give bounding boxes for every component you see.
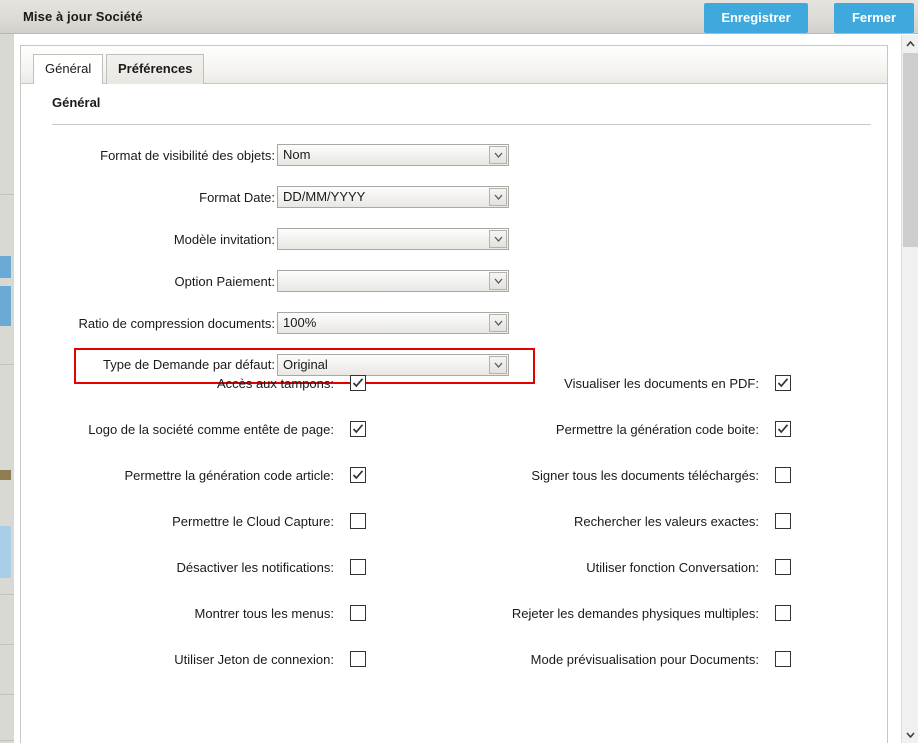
checkbox-label: Permettre le Cloud Capture: bbox=[172, 514, 334, 529]
field-label: Type de Demande par défaut: bbox=[102, 357, 275, 372]
checkbox-unchecked[interactable] bbox=[775, 467, 791, 483]
checkbox-unchecked[interactable] bbox=[775, 559, 791, 575]
chevron-down-icon[interactable] bbox=[489, 314, 507, 332]
app-root: Mise à jour Société Enregistrer Fermer G… bbox=[0, 0, 918, 743]
checkbox-row: Permettre le Cloud Capture: Rechercher le… bbox=[21, 512, 887, 558]
background-divider bbox=[0, 194, 14, 195]
checkbox-checked[interactable] bbox=[775, 375, 791, 391]
chevron-down-icon[interactable] bbox=[489, 188, 507, 206]
form-row: Ratio de compression documents: 100% bbox=[21, 307, 887, 349]
background-accent-strip bbox=[0, 286, 11, 326]
checkbox-label: Montrer tous les menus: bbox=[194, 606, 334, 621]
tab-general[interactable]: Général bbox=[33, 54, 104, 84]
checkbox-row: Accès aux tampons: Visualiser les documen… bbox=[21, 374, 887, 420]
dropdown-select[interactable] bbox=[277, 228, 509, 250]
checkbox-checked[interactable] bbox=[350, 421, 366, 437]
close-button[interactable]: Fermer bbox=[834, 3, 914, 33]
dropdown-select[interactable] bbox=[277, 270, 509, 292]
checkbox-row: Montrer tous les menus: Rejeter les deman… bbox=[21, 604, 887, 650]
background-accent-strip bbox=[0, 526, 11, 578]
tab-panel: Général Préférences Général Format de vi… bbox=[20, 45, 888, 743]
form-row: Modèle invitation: bbox=[21, 223, 887, 265]
checkbox-label: Visualiser les documents en PDF: bbox=[564, 376, 759, 391]
preferences-form: Format de visibilité des objets: Nom Forma… bbox=[21, 139, 887, 391]
checkbox-row: Permettre la génération code article: Sig… bbox=[21, 466, 887, 512]
checkbox-unchecked[interactable] bbox=[350, 559, 366, 575]
checkbox-checked[interactable] bbox=[350, 375, 366, 391]
checkbox-label: Désactiver les notifications: bbox=[176, 560, 334, 575]
background-page-edge bbox=[0, 34, 14, 743]
checkbox-unchecked[interactable] bbox=[775, 651, 791, 667]
checkbox-row: Désactiver les notifications: Utiliser fo… bbox=[21, 558, 887, 604]
dropdown-select[interactable]: Original bbox=[277, 354, 509, 376]
chevron-down-icon[interactable] bbox=[489, 230, 507, 248]
chevron-down-icon[interactable] bbox=[489, 356, 507, 374]
chevron-down-icon[interactable] bbox=[489, 146, 507, 164]
background-divider bbox=[0, 740, 14, 741]
dropdown-select[interactable]: Nom bbox=[277, 144, 509, 166]
checkbox-label: Signer tous les documents téléchargés: bbox=[531, 468, 759, 483]
dropdown-value: Original bbox=[283, 357, 328, 372]
field-label: Format de visibilité des objets: bbox=[100, 148, 275, 163]
scroll-up-icon[interactable] bbox=[902, 35, 918, 52]
dialog-body: Général Préférences Général Format de vi… bbox=[14, 35, 918, 743]
checkbox-unchecked[interactable] bbox=[350, 513, 366, 529]
background-divider bbox=[0, 594, 14, 595]
field-label: Ratio de compression documents: bbox=[78, 316, 275, 331]
checkbox-label: Permettre la génération code boite: bbox=[555, 422, 759, 437]
section-divider bbox=[52, 124, 871, 125]
checkbox-label: Utiliser Jeton de connexion: bbox=[174, 652, 334, 667]
checkbox-label: Accès aux tampons: bbox=[216, 376, 334, 391]
checkbox-label: Utiliser fonction Conversation: bbox=[586, 560, 759, 575]
scroll-down-icon[interactable] bbox=[902, 726, 918, 743]
dropdown-value: 100% bbox=[283, 315, 317, 330]
checkbox-checked[interactable] bbox=[350, 467, 366, 483]
tab-strip: Général Préférences bbox=[21, 46, 887, 84]
checkbox-row: Utiliser Jeton de connexion: Mode prévisu… bbox=[21, 650, 887, 696]
background-accent-strip bbox=[0, 470, 11, 480]
checkbox-label: Mode prévisualisation pour Documents: bbox=[530, 652, 759, 667]
field-label: Modèle invitation: bbox=[173, 232, 275, 247]
field-label: Format Date: bbox=[199, 190, 275, 205]
preferences-checkbox-grid: Accès aux tampons: Visualiser les documen… bbox=[21, 374, 887, 696]
background-accent-strip bbox=[0, 256, 11, 278]
chevron-down-icon[interactable] bbox=[489, 272, 507, 290]
background-divider bbox=[0, 364, 14, 365]
checkbox-label: Logo de la société comme entête de page: bbox=[88, 422, 334, 437]
tab-preferences[interactable]: Préférences bbox=[106, 54, 205, 84]
checkbox-label: Rejeter les demandes physiques multiples… bbox=[511, 606, 759, 621]
dropdown-value: DD/MM/YYYY bbox=[283, 189, 366, 204]
field-label: Option Paiement: bbox=[174, 274, 275, 289]
checkbox-label: Permettre la génération code article: bbox=[124, 468, 334, 483]
save-button[interactable]: Enregistrer bbox=[704, 3, 808, 33]
form-row: Format de visibilité des objets: Nom bbox=[21, 139, 887, 181]
checkbox-row: Logo de la société comme entête de page:… bbox=[21, 420, 887, 466]
scrollbar-thumb[interactable] bbox=[903, 53, 918, 247]
dropdown-value: Nom bbox=[283, 147, 311, 162]
dropdown-select[interactable]: 100% bbox=[277, 312, 509, 334]
dropdown-select[interactable]: DD/MM/YYYY bbox=[277, 186, 509, 208]
tab-content-preferences: Général Format de visibilité des objets:… bbox=[21, 84, 887, 743]
checkbox-unchecked[interactable] bbox=[775, 513, 791, 529]
section-heading: Général bbox=[52, 95, 101, 110]
form-row: Format Date: DD/MM/YYYY bbox=[21, 181, 887, 223]
checkbox-unchecked[interactable] bbox=[775, 605, 791, 621]
page-title: Mise à jour Société bbox=[23, 9, 143, 24]
checkbox-checked[interactable] bbox=[775, 421, 791, 437]
vertical-scrollbar[interactable] bbox=[901, 35, 918, 743]
checkbox-unchecked[interactable] bbox=[350, 605, 366, 621]
background-divider bbox=[0, 694, 14, 695]
checkbox-label: Rechercher les valeurs exactes: bbox=[574, 514, 759, 529]
background-divider bbox=[0, 644, 14, 645]
checkbox-unchecked[interactable] bbox=[350, 651, 366, 667]
form-row: Option Paiement: bbox=[21, 265, 887, 307]
dialog-titlebar: Mise à jour Société Enregistrer Fermer bbox=[0, 0, 918, 34]
